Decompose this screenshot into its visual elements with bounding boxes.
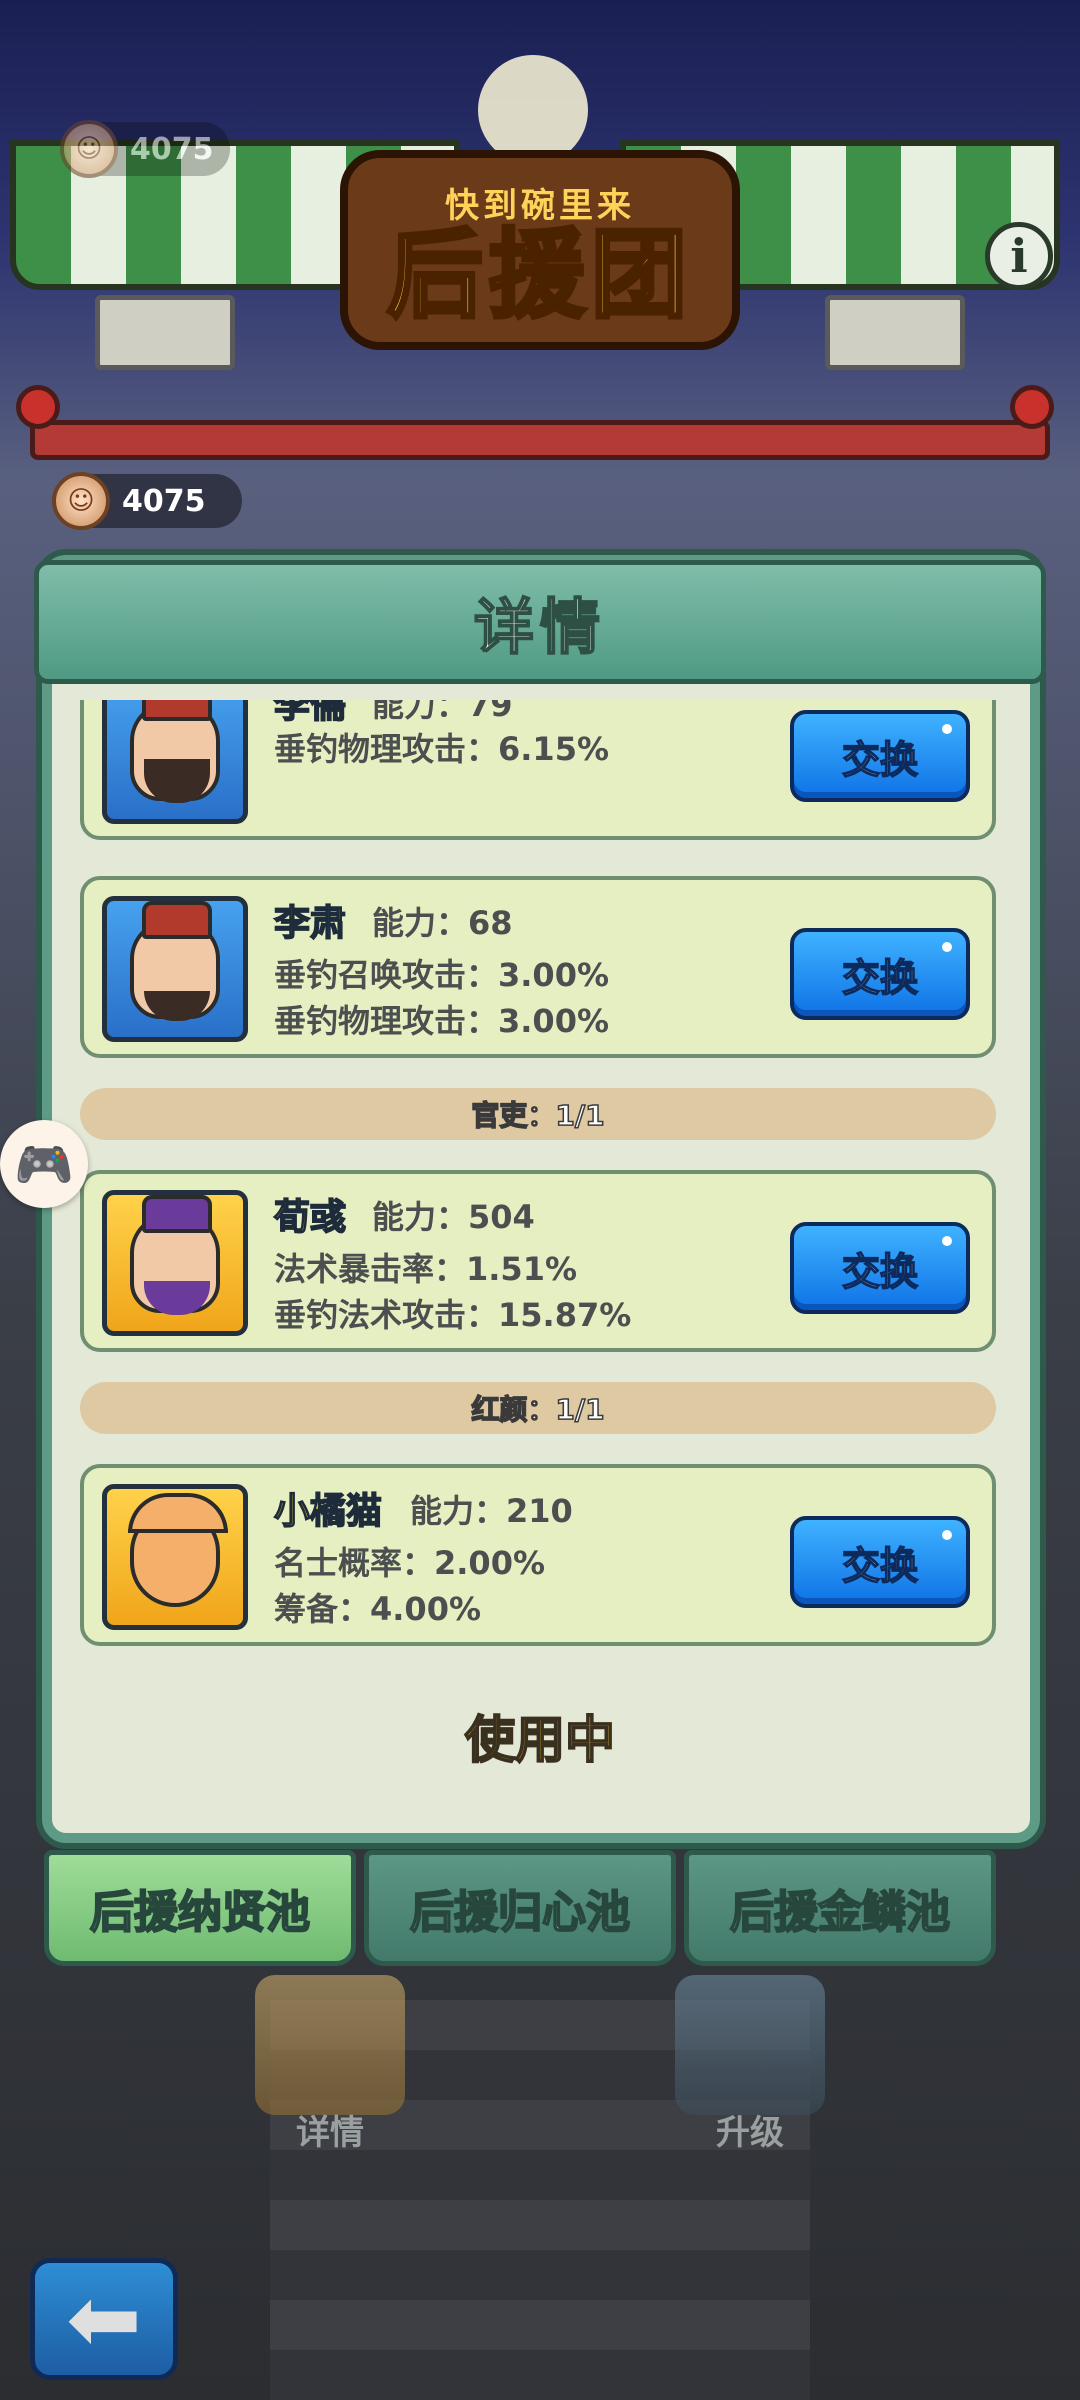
supporter-card: 李儒 能力：79 垂钓物理攻击：6.15% 交换	[80, 700, 996, 840]
coin-counter-top: ☺ 4075	[60, 120, 230, 178]
coin-counter: ☺ 4075	[52, 472, 242, 530]
building-upgrade-icon	[675, 1975, 825, 2115]
swap-button[interactable]: 交换	[790, 1222, 970, 1314]
character-stat: 名士概率：2.00%	[274, 1544, 546, 1582]
swap-button[interactable]: 交换	[790, 710, 970, 802]
character-stat: 垂钓法术攻击：15.87%	[274, 1296, 632, 1334]
character-name: 李肃	[273, 902, 347, 945]
cat-portrait-icon	[128, 1493, 228, 1607]
character-stat: 筹备：4.00%	[274, 1590, 482, 1628]
fence-left	[95, 295, 235, 370]
avatar	[102, 700, 248, 824]
lantern-right	[1010, 385, 1054, 429]
back-arrow-icon: ⬅	[66, 2266, 142, 2372]
character-name: 小橘猫	[273, 1490, 383, 1533]
coin-icon: ☺	[60, 120, 118, 178]
moon	[478, 55, 588, 165]
character-power: 能力：68	[372, 904, 513, 942]
tab-loyalty-pool[interactable]: 后援归心池	[364, 1850, 676, 1966]
tab-recruit-pool[interactable]: 后援纳贤池	[44, 1850, 356, 1966]
character-portrait-icon	[130, 1195, 220, 1315]
character-power: 能力：504	[372, 1198, 535, 1236]
modal-title: 详情	[473, 592, 606, 664]
scroll-icon	[255, 1975, 405, 2115]
modal-header: 详情	[34, 560, 1046, 684]
upgrade-shortcut[interactable]: 升级	[660, 1975, 840, 2154]
coin-icon: ☺	[52, 472, 110, 530]
character-portrait-icon	[130, 901, 220, 1021]
supporter-card: 荀彧 能力：504 法术暴击率：1.51% 垂钓法术攻击：15.87% 交换	[80, 1170, 996, 1352]
swap-button[interactable]: 交换	[790, 928, 970, 1020]
section-header-official: 官吏：1/1	[80, 1088, 996, 1140]
coin-count: 4075	[122, 483, 206, 519]
lantern-left	[16, 385, 60, 429]
character-name: 荀彧	[273, 1196, 347, 1239]
gamepad-float-button[interactable]: 🎮	[0, 1120, 88, 1208]
supporter-card: 李肃 能力：68 垂钓召唤攻击：3.00% 垂钓物理攻击：3.00% 交换	[80, 876, 996, 1058]
section-header-beauty: 红颜：1/1	[80, 1382, 996, 1434]
info-button[interactable]: i	[985, 222, 1053, 290]
character-stat: 垂钓物理攻击：3.00%	[274, 1002, 610, 1040]
back-button[interactable]: ⬅	[30, 2258, 178, 2380]
supporter-card: 小橘猫 能力：210 名士概率：2.00% 筹备：4.00% 交换	[80, 1464, 996, 1646]
gamepad-icon: 🎮	[14, 1136, 74, 1193]
avatar	[102, 1190, 248, 1336]
tab-golden-pool[interactable]: 后援金鳞池	[684, 1850, 996, 1966]
fence-right	[825, 295, 965, 370]
character-power: 能力：79	[372, 700, 513, 724]
red-beam	[30, 420, 1050, 460]
character-stat: 法术暴击率：1.51%	[274, 1250, 578, 1288]
avatar	[102, 896, 248, 1042]
details-shortcut[interactable]: 详情	[240, 1975, 420, 2154]
swap-button[interactable]: 交换	[790, 1516, 970, 1608]
sign-title: 后援团	[385, 218, 693, 331]
character-power: 能力：210	[410, 1492, 573, 1530]
avatar	[102, 1484, 248, 1630]
character-stat: 垂钓召唤攻击：3.00%	[274, 956, 610, 994]
supporter-list[interactable]: 李儒 能力：79 垂钓物理攻击：6.15% 交换 李肃 能力：68 垂钓召唤攻击…	[80, 700, 1000, 1660]
character-stat: 垂钓物理攻击：6.15%	[274, 730, 610, 768]
title-sign: 快到碗里来 后援团	[340, 150, 740, 350]
in-use-status: 使用中	[464, 1710, 616, 1770]
coin-count-top: 4075	[130, 131, 214, 167]
character-portrait-icon	[130, 700, 220, 803]
info-icon: i	[1010, 229, 1028, 283]
